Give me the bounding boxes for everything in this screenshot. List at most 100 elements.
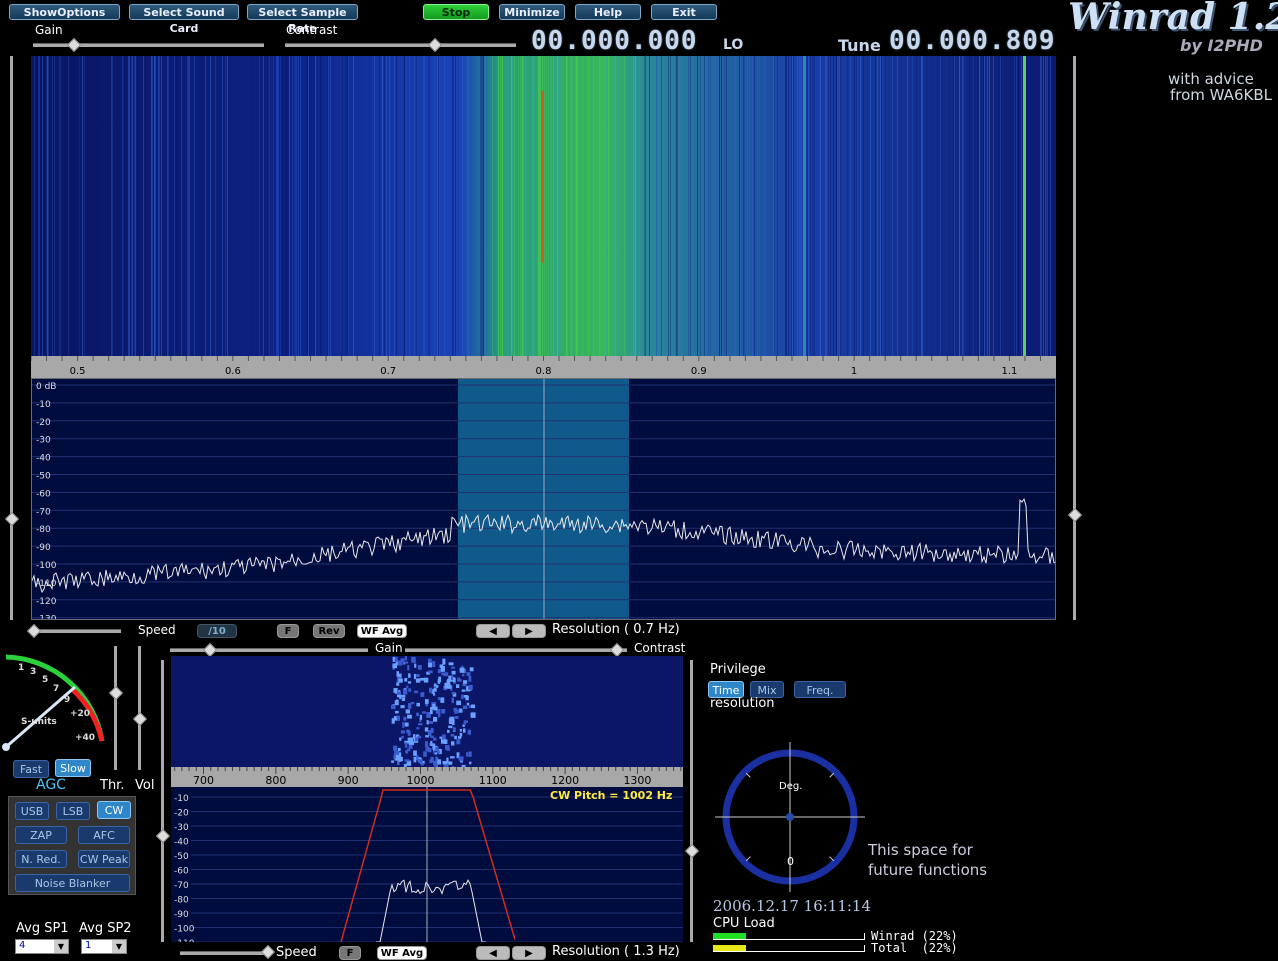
- avg-sp1-select[interactable]: 4 ▼: [15, 939, 69, 954]
- stop-button[interactable]: Stop: [423, 4, 489, 20]
- minimize-button[interactable]: Minimize: [499, 4, 565, 20]
- main-db-label: -120: [36, 597, 57, 607]
- scope-deg-label: Deg.: [779, 781, 802, 792]
- audio-db-label: -80: [174, 896, 189, 906]
- main-db-label: -70: [36, 507, 51, 517]
- main-db-label: -40: [36, 454, 51, 464]
- avg-sp2-select[interactable]: 1 ▼: [81, 939, 127, 954]
- s-meter-scale-label: +40: [75, 733, 95, 743]
- audio-db-label: -20: [174, 809, 189, 819]
- privilege-freq-button[interactable]: Freq.: [794, 681, 846, 698]
- main-freq-tick-label: 0.8: [536, 366, 552, 377]
- datetime-readout: 2006.12.17 16:11:14: [713, 897, 871, 915]
- main-right-slider[interactable]: [1073, 56, 1076, 620]
- contrast-slider-knob[interactable]: [428, 38, 442, 52]
- speed-slider[interactable]: [31, 629, 121, 633]
- agc-fast-button[interactable]: Fast: [13, 760, 49, 778]
- resolution-increase-button[interactable]: ▶: [512, 624, 546, 638]
- audio-freq-tick-label: 1100: [479, 774, 507, 787]
- audio-contrast-slider-knob[interactable]: [610, 643, 624, 657]
- chevron-down-icon[interactable]: ▼: [54, 940, 68, 953]
- main-left-slider[interactable]: [10, 56, 13, 620]
- select-sound-card-button[interactable]: Select Sound Card: [129, 4, 239, 20]
- audio-contrast-slider[interactable]: [405, 648, 627, 652]
- winrad-load-bar: [713, 933, 865, 940]
- threshold-slider[interactable]: [114, 646, 117, 770]
- audio-freq-tick-label: 900: [338, 774, 359, 787]
- audio-gain-slider[interactable]: [170, 648, 368, 652]
- cw-peak-button[interactable]: CW Peak: [78, 850, 130, 868]
- future-text-line-1: This space for: [868, 841, 973, 859]
- tune-frequency-display[interactable]: 00.000.809: [889, 26, 1056, 56]
- main-freq-tick-label: 1.1: [1001, 366, 1017, 377]
- audio-freq-tick-label: 700: [193, 774, 214, 787]
- chevron-down-icon[interactable]: ▼: [112, 940, 126, 953]
- main-spectrum[interactable]: 0 dB-10-20-30-40-50-60-70-80-90-100-110-…: [31, 378, 1056, 620]
- speed-slider-knob[interactable]: [27, 624, 41, 638]
- main-db-label: -10: [36, 400, 51, 410]
- main-left-slider-knob[interactable]: [5, 512, 19, 526]
- help-button[interactable]: Help: [575, 4, 641, 20]
- main-frequency-axis[interactable]: 0.50.60.70.80.911.1: [31, 356, 1056, 378]
- winrad-load-fill: [713, 933, 746, 939]
- audio-db-label: -110: [174, 939, 195, 942]
- cw-mode-button[interactable]: CW: [97, 801, 131, 819]
- usb-mode-button[interactable]: USB: [15, 802, 49, 820]
- afc-button[interactable]: AFC: [78, 826, 130, 844]
- audio-freeze-button[interactable]: F: [339, 946, 361, 960]
- speed-label: Speed: [138, 623, 176, 637]
- audio-frequency-axis[interactable]: 7008009001000110012001300: [171, 767, 683, 787]
- audio-speed-slider[interactable]: [180, 951, 270, 955]
- show-options-button[interactable]: ShowOptions: [9, 4, 120, 20]
- zap-button[interactable]: ZAP: [15, 826, 67, 844]
- waterfall-canvas: [31, 56, 1056, 356]
- reverse-button[interactable]: Rev: [313, 624, 345, 638]
- audio-wf-avg-button[interactable]: WF Avg: [377, 946, 427, 960]
- avg-sp2-label: Avg SP2: [79, 921, 132, 936]
- wf-avg-button[interactable]: WF Avg: [357, 624, 407, 638]
- lo-frequency-display[interactable]: 00.000.000: [531, 26, 698, 56]
- volume-slider[interactable]: [138, 646, 141, 770]
- agc-label: AGC: [36, 777, 66, 793]
- phase-scope: [715, 742, 865, 892]
- audio-left-slider[interactable]: [161, 660, 164, 942]
- audio-resolution-increase-button[interactable]: ▶: [512, 946, 546, 960]
- s-meter-scale-label: 3: [30, 667, 36, 677]
- audio-left-slider-knob[interactable]: [156, 829, 170, 843]
- main-freq-tick-label: 0.7: [380, 366, 396, 377]
- audio-right-slider[interactable]: [690, 660, 693, 942]
- noise-reduction-button[interactable]: N. Red.: [15, 850, 67, 868]
- audio-freq-tick-label: 1200: [551, 774, 579, 787]
- contrast-slider[interactable]: [285, 43, 516, 47]
- audio-speed-slider-knob[interactable]: [261, 945, 275, 959]
- main-freq-tick-label: 0.9: [691, 366, 707, 377]
- avg-sp1-value: 4: [19, 940, 25, 951]
- main-db-label: -130: [36, 615, 57, 620]
- lsb-mode-button[interactable]: LSB: [56, 802, 90, 820]
- advice-line-2: from WA6KBL: [1170, 86, 1272, 104]
- audio-freq-tick-label: 800: [265, 774, 286, 787]
- audio-contrast-label: Contrast: [634, 641, 685, 655]
- app-byline: by I2PHD: [1180, 36, 1263, 55]
- audio-gain-slider-knob[interactable]: [203, 643, 217, 657]
- agc-slow-button[interactable]: Slow: [55, 759, 91, 777]
- resolution-decrease-button[interactable]: ◀: [476, 624, 510, 638]
- speed-divider-button[interactable]: /10: [197, 624, 237, 638]
- noise-blanker-button[interactable]: Noise Blanker: [15, 874, 130, 892]
- audio-right-slider-knob[interactable]: [685, 844, 699, 858]
- select-sample-rate-button[interactable]: Select Sample Rate: [247, 4, 358, 20]
- gain-slider-knob[interactable]: [67, 38, 81, 52]
- audio-gain-label: Gain: [375, 641, 403, 655]
- freeze-button[interactable]: F: [277, 624, 299, 638]
- total-load-fill: [713, 945, 746, 951]
- audio-resolution-readout: Resolution ( 1.3 Hz): [552, 944, 680, 959]
- audio-waterfall[interactable]: [171, 656, 683, 767]
- volume-slider-knob[interactable]: [133, 712, 147, 726]
- audio-spectrum[interactable]: -10-20-30-40-50-60-70-80-90-100-110: [171, 787, 683, 942]
- main-right-slider-knob[interactable]: [1068, 508, 1082, 522]
- s-meter: 13579+20+40: [2, 645, 112, 755]
- main-db-label: -100: [36, 561, 57, 571]
- audio-resolution-decrease-button[interactable]: ◀: [476, 946, 510, 960]
- main-waterfall[interactable]: [31, 56, 1056, 356]
- exit-button[interactable]: Exit: [651, 4, 717, 20]
